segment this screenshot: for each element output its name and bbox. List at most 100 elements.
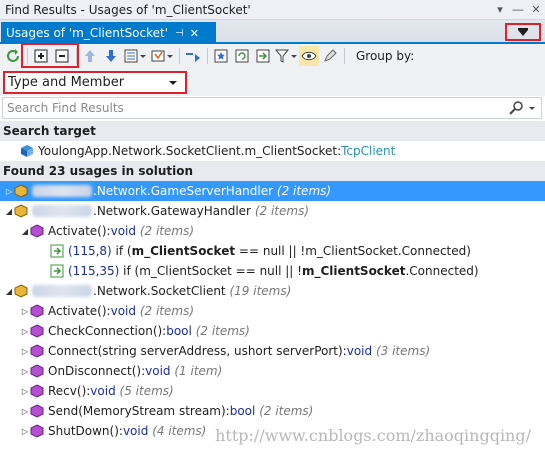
method-return-type: bool [229, 404, 256, 418]
method-icon [30, 424, 44, 438]
method-return-type: void [122, 424, 149, 438]
method-icon [30, 324, 44, 338]
expand-arrow-icon[interactable]: ▷ [20, 367, 30, 376]
method-icon [30, 404, 44, 418]
search-icon[interactable] [508, 100, 524, 119]
collapse-arrow-icon[interactable]: ◢ [20, 227, 30, 236]
tab-overflow-menu-button[interactable] [505, 23, 541, 41]
usage-position: (115,8) [68, 244, 112, 258]
expand-all-button[interactable] [31, 46, 51, 66]
found-usages-header: Found 23 usages in solution [0, 161, 545, 181]
search-target-header: Search target [0, 121, 545, 141]
method-icon [30, 224, 44, 238]
expand-arrow-icon[interactable]: ▷ [20, 347, 30, 356]
usage-line-row[interactable]: (115,35) if (m_ClientSocket == null || !… [0, 261, 545, 281]
snapshot-icon[interactable] [211, 46, 231, 66]
filter-icon[interactable] [274, 46, 298, 66]
tab-usages[interactable]: Usages of 'm_ClientSocket' ⊣ ✕ [1, 22, 216, 44]
method-label: Activate(): [48, 304, 111, 318]
toolbar-separator [344, 48, 345, 64]
tree-method-row[interactable]: ▷ Activate(): void (2 items) [0, 301, 545, 321]
method-icon [30, 304, 44, 318]
usage-icon [50, 264, 64, 278]
close-icon[interactable]: ✕ [527, 1, 545, 19]
method-label: OnDisconnect(): [48, 364, 146, 378]
tab-label: Usages of 'm_ClientSocket' [6, 26, 169, 40]
method-return-type: void [346, 344, 373, 358]
usage-icon [50, 244, 64, 258]
pen-icon[interactable] [320, 46, 340, 66]
usage-count: (4 items) [152, 424, 207, 438]
collapse-all-button[interactable] [52, 46, 72, 66]
expand-arrow-icon[interactable]: ▷ [20, 387, 30, 396]
tree-method-row[interactable]: ▷ Recv(): void (5 items) [0, 381, 545, 401]
usage-code-match: m_ClientSocket [131, 244, 236, 258]
usage-count: (5 items) [119, 384, 174, 398]
search-placeholder: Search Find Results [7, 101, 124, 115]
usage-line-row[interactable]: (115,8) if (m_ClientSocket == null || !m… [0, 241, 545, 261]
method-icon [30, 384, 44, 398]
refresh-icon[interactable] [3, 46, 23, 66]
usage-count: (2 items) [139, 304, 195, 318]
class-label: .Network.SocketClient [93, 284, 226, 298]
window-title: Find Results - Usages of 'm_ClientSocket… [5, 2, 251, 17]
tab-pin-icon[interactable]: ⊣ [175, 28, 184, 39]
tree-method-row[interactable]: ▷ Connect(string serverAddress, ushort s… [0, 341, 545, 361]
navigate-icon[interactable] [183, 46, 203, 66]
watermark: http://www.cnblogs.com/zhaoqingqing/ [215, 426, 531, 445]
class-icon [14, 184, 28, 198]
group-by-label: Group by: [356, 49, 415, 63]
tab-close-icon[interactable]: ✕ [190, 27, 199, 40]
collapse-arrow-icon[interactable]: ◢ [4, 287, 14, 296]
next-arrow-icon[interactable] [101, 46, 121, 66]
preview-eye-icon[interactable] [299, 46, 319, 66]
layout-icon[interactable] [122, 46, 148, 66]
method-icon [30, 344, 44, 358]
expand-arrow-icon[interactable]: ▷ [4, 187, 14, 196]
usage-count: (1 item) [174, 364, 223, 378]
expand-arrow-icon[interactable]: ▷ [20, 327, 30, 336]
merge-icon[interactable] [232, 46, 252, 66]
blurred-namespace [32, 205, 92, 217]
class-label: .Network.GatewayHandler [93, 204, 251, 218]
target-namespace: YoulongApp.Network.SocketClient.m_Client… [38, 144, 342, 158]
search-options-icon[interactable] [527, 100, 537, 119]
method-return-type: bool [166, 324, 192, 338]
chevron-down-icon [169, 81, 177, 85]
window-menu-icon[interactable]: ▾ [491, 1, 509, 19]
class-icon [14, 284, 28, 298]
usage-count: (2 items) [276, 184, 332, 198]
usage-count: (2 items) [254, 204, 310, 218]
merge-alt-icon[interactable] [253, 46, 273, 66]
tree-class-row[interactable]: ◢ .Network.GatewayHandler (2 items) [0, 201, 545, 221]
chevron-down-icon [518, 30, 528, 36]
method-return-type: void [110, 304, 136, 318]
previous-arrow-icon[interactable] [80, 46, 100, 66]
options-icon[interactable] [149, 46, 175, 66]
tree-method-row[interactable]: ▷ Send(MemoryStream stream): bool (2 item… [0, 401, 545, 421]
method-label: Connect(string serverAddress, ushort ser… [48, 344, 347, 358]
toolbar: Group by: [0, 44, 545, 68]
group-by-dropdown[interactable]: Type and Member [3, 71, 187, 94]
search-target-item[interactable]: YoulongApp.Network.SocketClient.m_Client… [0, 141, 545, 161]
tree-class-row[interactable]: ◢ .Network.SocketClient (19 items) [0, 281, 545, 301]
collapse-arrow-icon[interactable]: ◢ [4, 207, 14, 216]
usage-code-post: == null || !m_ClientSocket.Connected) [235, 244, 471, 258]
usage-code-pre: if ( [111, 244, 132, 258]
usage-code-match: m_ClientSocket [301, 264, 406, 278]
expand-arrow-icon[interactable]: ▷ [20, 307, 30, 316]
tree-method-row[interactable]: ◢ Activate(): void (2 items) [0, 221, 545, 241]
method-label: Recv(): [48, 384, 91, 398]
expand-arrow-icon[interactable]: ▷ [20, 407, 30, 416]
expand-arrow-icon[interactable]: ▷ [20, 427, 30, 436]
usage-count: (2 items) [195, 324, 250, 338]
group-by-selected: Type and Member [8, 75, 125, 90]
tree-method-row[interactable]: ▷ OnDisconnect(): void (1 item) [0, 361, 545, 381]
usage-count: (2 items) [139, 224, 195, 238]
class-icon [14, 204, 28, 218]
search-input[interactable]: Search Find Results [2, 97, 542, 119]
pin-icon[interactable]: ― [509, 1, 527, 19]
tree-class-row[interactable]: ▷ .Network.GameServerHandler (2 items) [0, 181, 545, 201]
tree-method-row[interactable]: ▷ CheckConnection(): bool (2 items) [0, 321, 545, 341]
toolbar-separator [27, 48, 28, 64]
